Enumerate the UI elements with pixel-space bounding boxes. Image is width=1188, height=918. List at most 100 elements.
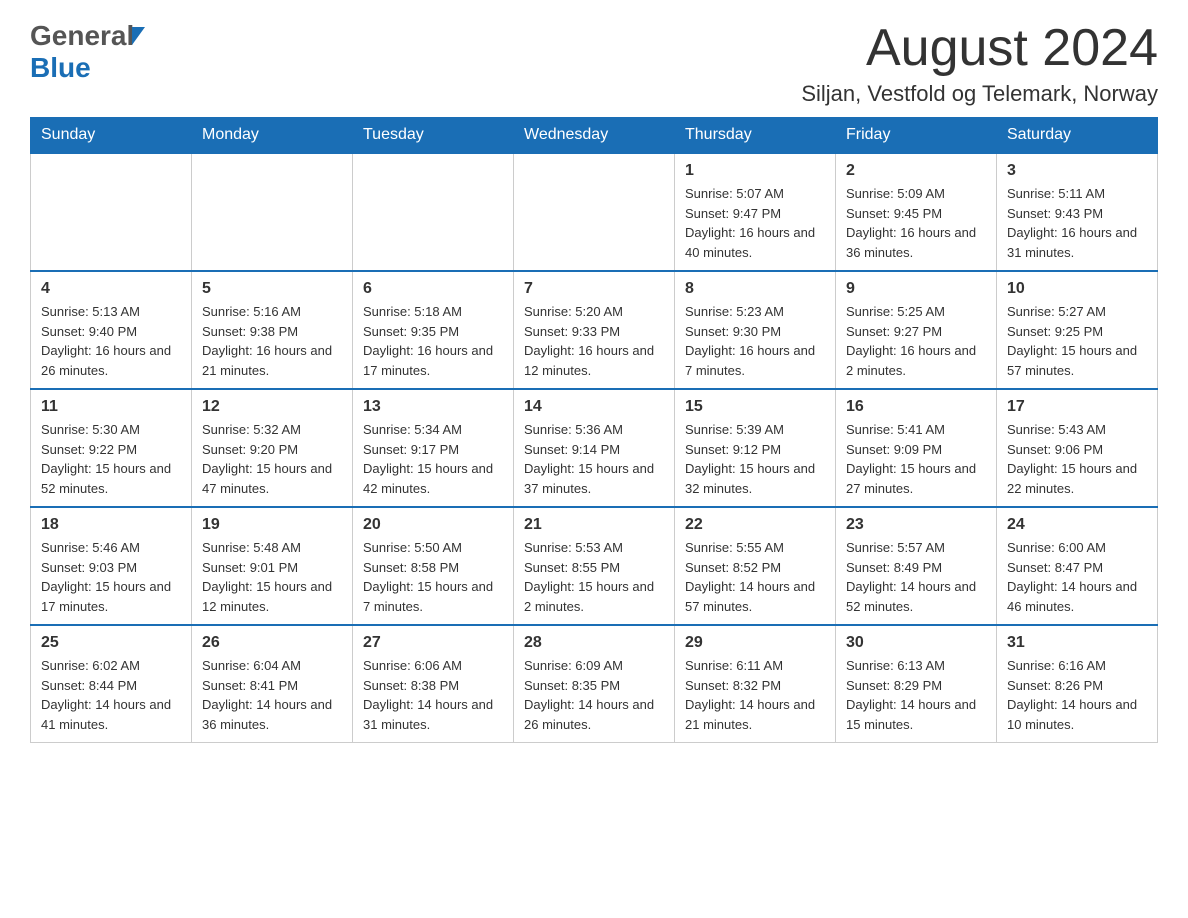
day-number: 31: [1007, 634, 1147, 652]
calendar-cell: 4 Sunrise: 5:13 AM Sunset: 9:40 PM Daylig…: [31, 271, 192, 389]
day-number: 20: [363, 516, 503, 534]
day-number: 23: [846, 516, 986, 534]
page-header: General Blue August 2024 Siljan, Vestfol…: [30, 20, 1158, 107]
day-info: Sunrise: 5:41 AM Sunset: 9:09 PM Dayligh…: [846, 420, 986, 498]
day-number: 22: [685, 516, 825, 534]
calendar-cell: [31, 153, 192, 271]
calendar-cell: 28 Sunrise: 6:09 AM Sunset: 8:35 PM Dayli…: [514, 625, 675, 743]
day-info: Sunrise: 5:55 AM Sunset: 8:52 PM Dayligh…: [685, 538, 825, 616]
day-number: 29: [685, 634, 825, 652]
day-number: 1: [685, 162, 825, 180]
day-info: Sunrise: 6:02 AM Sunset: 8:44 PM Dayligh…: [41, 656, 181, 734]
day-number: 14: [524, 398, 664, 416]
day-number: 6: [363, 280, 503, 298]
calendar-cell: 17 Sunrise: 5:43 AM Sunset: 9:06 PM Dayli…: [997, 389, 1158, 507]
calendar-day-header-sunday: Sunday: [31, 118, 192, 154]
calendar-cell: 21 Sunrise: 5:53 AM Sunset: 8:55 PM Dayli…: [514, 507, 675, 625]
day-info: Sunrise: 5:13 AM Sunset: 9:40 PM Dayligh…: [41, 302, 181, 380]
day-number: 19: [202, 516, 342, 534]
calendar-cell: 14Sunrise: 5:36 AM Sunset: 9:14 PM Dayli…: [514, 389, 675, 507]
calendar-cell: 9Sunrise: 5:25 AM Sunset: 9:27 PM Daylig…: [836, 271, 997, 389]
calendar-cell: [192, 153, 353, 271]
calendar-week-row: 11 Sunrise: 5:30 AM Sunset: 9:22 PM Dayli…: [31, 389, 1158, 507]
calendar-cell: 26 Sunrise: 6:04 AM Sunset: 8:41 PM Dayli…: [192, 625, 353, 743]
day-number: 18: [41, 516, 181, 534]
day-number: 24: [1007, 516, 1147, 534]
logo: General Blue: [30, 20, 145, 84]
calendar-day-header-saturday: Saturday: [997, 118, 1158, 154]
calendar-cell: 24 Sunrise: 6:00 AM Sunset: 8:47 PM Dayli…: [997, 507, 1158, 625]
calendar-cell: 29 Sunrise: 6:11 AM Sunset: 8:32 PM Dayli…: [675, 625, 836, 743]
day-info: Sunrise: 5:46 AM Sunset: 9:03 PM Dayligh…: [41, 538, 181, 616]
day-info: Sunrise: 5:53 AM Sunset: 8:55 PM Dayligh…: [524, 538, 664, 616]
calendar-cell: 19 Sunrise: 5:48 AM Sunset: 9:01 PM Dayli…: [192, 507, 353, 625]
day-number: 13: [363, 398, 503, 416]
day-number: 10: [1007, 280, 1147, 298]
calendar-cell: 3 Sunrise: 5:11 AM Sunset: 9:43 PM Daylig…: [997, 153, 1158, 271]
day-info: Sunrise: 5:09 AM Sunset: 9:45 PM Dayligh…: [846, 184, 986, 262]
day-number: 11: [41, 398, 181, 416]
day-number: 12: [202, 398, 342, 416]
calendar-day-header-tuesday: Tuesday: [353, 118, 514, 154]
day-number: 27: [363, 634, 503, 652]
title-section: August 2024 Siljan, Vestfold og Telemark…: [801, 20, 1158, 107]
day-number: 5: [202, 280, 342, 298]
day-number: 25: [41, 634, 181, 652]
calendar-cell: 31 Sunrise: 6:16 AM Sunset: 8:26 PM Dayli…: [997, 625, 1158, 743]
day-info: Sunrise: 5:32 AM Sunset: 9:20 PM Dayligh…: [202, 420, 342, 498]
calendar-cell: 1Sunrise: 5:07 AM Sunset: 9:47 PM Daylig…: [675, 153, 836, 271]
day-number: 17: [1007, 398, 1147, 416]
calendar-cell: [514, 153, 675, 271]
calendar-day-header-thursday: Thursday: [675, 118, 836, 154]
day-info: Sunrise: 5:20 AM Sunset: 9:33 PM Dayligh…: [524, 302, 664, 380]
day-info: Sunrise: 6:11 AM Sunset: 8:32 PM Dayligh…: [685, 656, 825, 734]
calendar-cell: 8 Sunrise: 5:23 AM Sunset: 9:30 PM Daylig…: [675, 271, 836, 389]
calendar-cell: [353, 153, 514, 271]
day-number: 2: [846, 162, 986, 180]
day-number: 3: [1007, 162, 1147, 180]
day-info: Sunrise: 5:23 AM Sunset: 9:30 PM Dayligh…: [685, 302, 825, 380]
calendar-cell: 13Sunrise: 5:34 AM Sunset: 9:17 PM Dayli…: [353, 389, 514, 507]
calendar-cell: 12 Sunrise: 5:32 AM Sunset: 9:20 PM Dayli…: [192, 389, 353, 507]
day-info: Sunrise: 5:48 AM Sunset: 9:01 PM Dayligh…: [202, 538, 342, 616]
day-number: 4: [41, 280, 181, 298]
day-info: Sunrise: 6:16 AM Sunset: 8:26 PM Dayligh…: [1007, 656, 1147, 734]
calendar-cell: 5 Sunrise: 5:16 AM Sunset: 9:38 PM Daylig…: [192, 271, 353, 389]
location-subtitle: Siljan, Vestfold og Telemark, Norway: [801, 81, 1158, 107]
calendar-cell: 25 Sunrise: 6:02 AM Sunset: 8:44 PM Dayli…: [31, 625, 192, 743]
day-number: 9: [846, 280, 986, 298]
day-number: 16: [846, 398, 986, 416]
day-number: 15: [685, 398, 825, 416]
day-number: 8: [685, 280, 825, 298]
calendar-day-header-monday: Monday: [192, 118, 353, 154]
calendar-cell: 22 Sunrise: 5:55 AM Sunset: 8:52 PM Dayli…: [675, 507, 836, 625]
logo-general-text: General: [30, 20, 134, 52]
calendar-cell: 10 Sunrise: 5:27 AM Sunset: 9:25 PM Dayli…: [997, 271, 1158, 389]
day-number: 21: [524, 516, 664, 534]
day-info: Sunrise: 5:27 AM Sunset: 9:25 PM Dayligh…: [1007, 302, 1147, 380]
day-number: 30: [846, 634, 986, 652]
calendar-cell: 15 Sunrise: 5:39 AM Sunset: 9:12 PM Dayli…: [675, 389, 836, 507]
day-info: Sunrise: 5:30 AM Sunset: 9:22 PM Dayligh…: [41, 420, 181, 498]
calendar-table: SundayMondayTuesdayWednesdayThursdayFrid…: [30, 117, 1158, 743]
calendar-day-header-wednesday: Wednesday: [514, 118, 675, 154]
day-info: Sunrise: 5:11 AM Sunset: 9:43 PM Dayligh…: [1007, 184, 1147, 262]
calendar-cell: 7 Sunrise: 5:20 AM Sunset: 9:33 PM Daylig…: [514, 271, 675, 389]
calendar-cell: 11 Sunrise: 5:30 AM Sunset: 9:22 PM Dayli…: [31, 389, 192, 507]
day-number: 26: [202, 634, 342, 652]
day-number: 28: [524, 634, 664, 652]
day-info: Sunrise: 6:06 AM Sunset: 8:38 PM Dayligh…: [363, 656, 503, 734]
day-info: Sunrise: 5:43 AM Sunset: 9:06 PM Dayligh…: [1007, 420, 1147, 498]
day-info: Sunrise: 5:16 AM Sunset: 9:38 PM Dayligh…: [202, 302, 342, 380]
day-info: Sunrise: 6:00 AM Sunset: 8:47 PM Dayligh…: [1007, 538, 1147, 616]
calendar-week-row: 1Sunrise: 5:07 AM Sunset: 9:47 PM Daylig…: [31, 153, 1158, 271]
logo-blue-text: Blue: [30, 52, 91, 84]
calendar-week-row: 25 Sunrise: 6:02 AM Sunset: 8:44 PM Dayli…: [31, 625, 1158, 743]
day-info: Sunrise: 5:39 AM Sunset: 9:12 PM Dayligh…: [685, 420, 825, 498]
calendar-week-row: 18 Sunrise: 5:46 AM Sunset: 9:03 PM Dayli…: [31, 507, 1158, 625]
day-info: Sunrise: 6:09 AM Sunset: 8:35 PM Dayligh…: [524, 656, 664, 734]
day-number: 7: [524, 280, 664, 298]
day-info: Sunrise: 5:57 AM Sunset: 8:49 PM Dayligh…: [846, 538, 986, 616]
day-info: Sunrise: 6:04 AM Sunset: 8:41 PM Dayligh…: [202, 656, 342, 734]
calendar-cell: 20Sunrise: 5:50 AM Sunset: 8:58 PM Dayli…: [353, 507, 514, 625]
